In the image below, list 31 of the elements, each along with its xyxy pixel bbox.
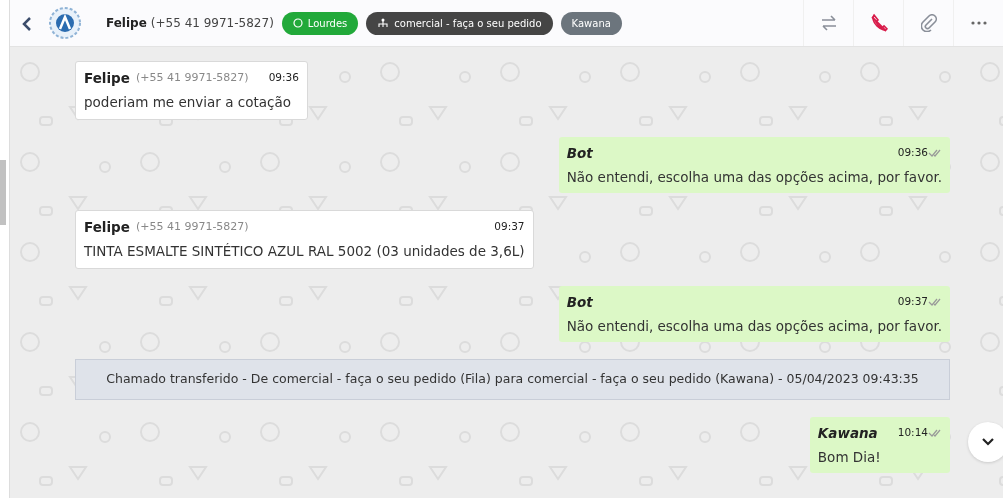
message-time: 10:14 <box>896 425 928 440</box>
sender-name: Felipe <box>84 218 130 237</box>
double-check-icon <box>928 428 942 437</box>
contact-phone: (+55 41 9971-5827) <box>150 15 274 32</box>
sender-name: Bot <box>566 143 593 163</box>
message-time: 09:37 <box>493 219 525 235</box>
sender-name: Kawana <box>817 423 878 443</box>
agent-tag: Kawana <box>560 11 622 35</box>
hierarchy-icon <box>377 17 390 29</box>
queue-tag: comercial - faça o seu pedido <box>366 11 553 35</box>
contact-name: Felipe <box>106 15 147 32</box>
sender-phone: (+55 41 9971-5827) <box>135 69 249 86</box>
message-text: Bom Dia! <box>817 448 882 467</box>
message-text: Não entendi, escolha uma das opções acima, por favor. <box>566 316 942 336</box>
channel-tag: Lourdes <box>281 11 359 35</box>
chevron-down-icon <box>982 438 994 446</box>
message-text: TINTA ESMALTE SINTÉTICO AZUL RAL 5002 (03 unidades de 3,6L) <box>84 242 525 262</box>
scrollbar-thumb[interactable] <box>0 160 6 225</box>
double-check-icon <box>928 297 942 306</box>
message-time: 09:37 <box>896 293 928 309</box>
message-text: Não entendi, escolha uma das opções acima, por favor. <box>566 167 942 187</box>
message-text: poderiam me enviar a cotação <box>84 93 292 113</box>
message-time: 09:36 <box>896 144 928 160</box>
sender-name: Felipe <box>84 69 130 88</box>
message-time: 09:36 <box>267 70 299 86</box>
logo-icon <box>48 6 82 40</box>
system-message: Chamado transferido - De comercial - faça o seu pedido (Fila) para comercial - faça o seu pedido (Kawana) - 05/04/2023 09:43:35 <box>75 359 950 400</box>
sender-phone: (+55 41 9971-5827) <box>135 218 249 235</box>
double-check-icon <box>928 148 942 157</box>
sender-name: Bot <box>566 292 593 312</box>
whatsapp-icon <box>292 18 303 28</box>
